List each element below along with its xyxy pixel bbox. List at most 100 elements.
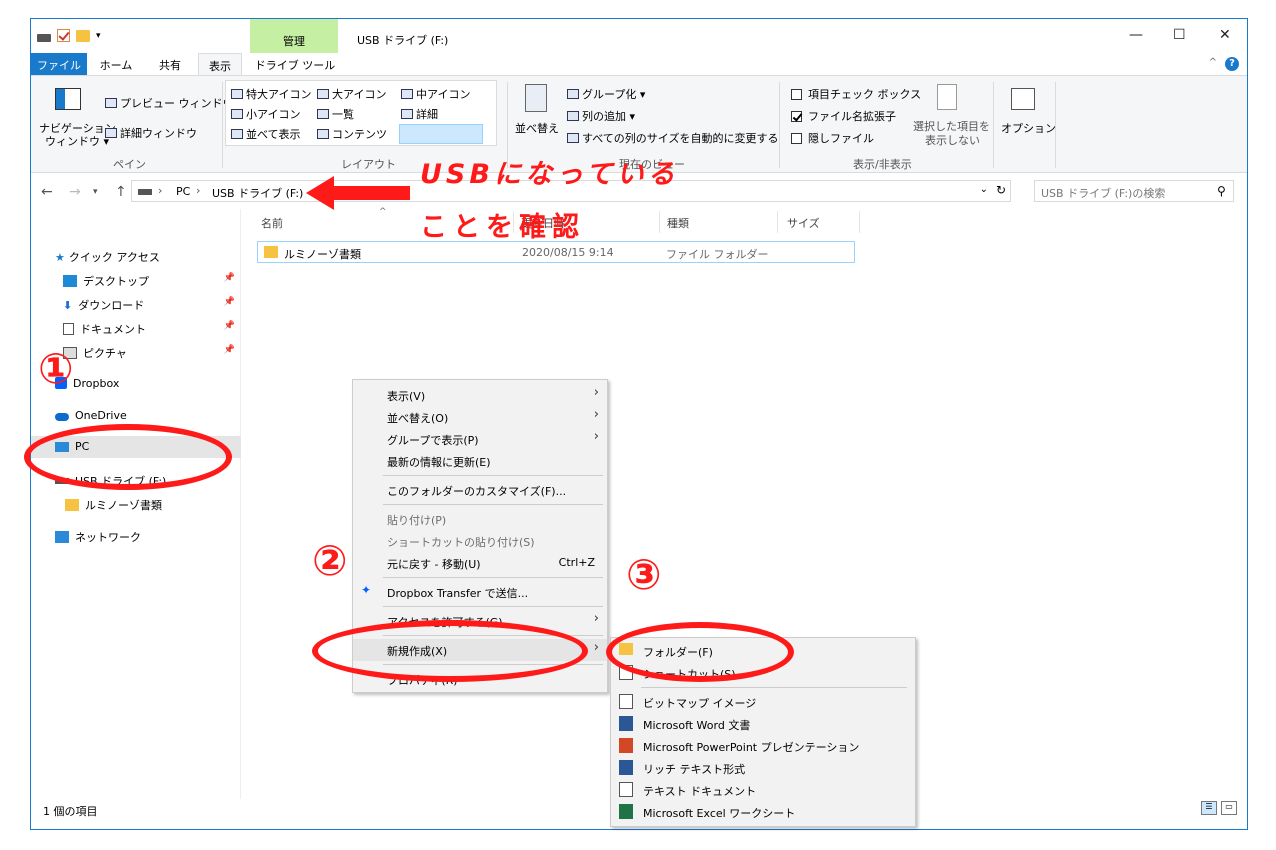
nav-label: ネットワーク bbox=[75, 531, 141, 544]
layout-detail[interactable]: 詳細 bbox=[401, 106, 438, 122]
extension-toggle[interactable]: ファイル名拡張子 bbox=[791, 108, 896, 124]
pin-icon[interactable]: 📌 bbox=[224, 297, 235, 307]
maximize-button[interactable]: ☐ bbox=[1173, 27, 1186, 43]
breadcrumb-pc[interactable]: PC bbox=[176, 185, 190, 198]
table-row[interactable]: ルミノーゾ書類 2020/08/15 9:14 ファイル フォルダー bbox=[257, 241, 855, 263]
nav-downloads[interactable]: ⬇ ダウンロード 📌 bbox=[31, 293, 241, 315]
options-icon[interactable] bbox=[1011, 88, 1035, 110]
column-separator[interactable] bbox=[859, 211, 860, 233]
menu-item-refresh[interactable]: 最新の情報に更新(E) bbox=[353, 450, 607, 472]
tab-home[interactable]: ホーム bbox=[91, 53, 141, 75]
star-icon: ★ bbox=[55, 251, 65, 264]
minimize-button[interactable]: — bbox=[1129, 27, 1143, 43]
submenu-item-bitmap[interactable]: ビットマップ イメージ bbox=[611, 691, 915, 713]
layout-m-icon[interactable]: 中アイコン bbox=[401, 86, 470, 102]
nav-folder[interactable]: ルミノーゾ書類 bbox=[31, 493, 241, 515]
column-header-name[interactable]: 名前 bbox=[261, 215, 283, 231]
sort-button[interactable]: 並べ替え bbox=[515, 120, 559, 136]
menu-item-view[interactable]: 表示(V) › bbox=[353, 384, 607, 406]
details-view-icon[interactable]: ☰ bbox=[1201, 801, 1217, 815]
nav-documents[interactable]: ドキュメント 📌 bbox=[31, 317, 241, 339]
sort-icon[interactable] bbox=[525, 84, 547, 112]
new-folder-icon[interactable] bbox=[76, 29, 90, 42]
fit-columns-button[interactable]: すべての列のサイズを自動的に変更する bbox=[567, 130, 778, 146]
menu-item-undo[interactable]: 元に戻す - 移動(U) Ctrl+Z bbox=[353, 552, 607, 574]
recent-chevron-down-icon[interactable]: ▾ bbox=[93, 187, 98, 197]
breadcrumb-chevron-icon: › bbox=[158, 184, 163, 197]
address-dropdown-icon[interactable]: ⌄ bbox=[980, 184, 988, 195]
pin-icon[interactable]: 📌 bbox=[224, 345, 235, 355]
layout-l-icon[interactable]: 大アイコン bbox=[317, 86, 386, 102]
quick-access-toolbar: ▾ bbox=[37, 29, 101, 42]
menu-label: テキスト ドキュメント bbox=[643, 785, 757, 798]
column-separator[interactable] bbox=[777, 211, 778, 233]
layout-s-icon[interactable]: 小アイコン bbox=[231, 106, 300, 122]
nav-desktop[interactable]: デスクトップ 📌 bbox=[31, 269, 241, 291]
excel-icon bbox=[619, 804, 633, 819]
column-header-size[interactable]: サイズ bbox=[787, 215, 820, 231]
nav-pane-label2[interactable]: ウィンドウ ▾ bbox=[45, 133, 109, 149]
refresh-icon[interactable]: ↻ bbox=[996, 183, 1006, 197]
breadcrumb-usb[interactable]: USB ドライブ (F:) bbox=[212, 185, 303, 201]
nav-quick-access[interactable]: ★ クイック アクセス bbox=[31, 245, 241, 267]
column-separator[interactable] bbox=[659, 211, 660, 233]
navigation-pane: ★ クイック アクセス デスクトップ 📌 ⬇ ダウンロード 📌 ドキュメント 📌 ピクチャ… bbox=[31, 209, 241, 799]
menu-item-paste-shortcut[interactable]: ショートカットの貼り付け(S) bbox=[353, 530, 607, 552]
submenu-item-word[interactable]: Microsoft Word 文書 bbox=[611, 713, 915, 735]
group-label-pane: ペイン bbox=[113, 158, 146, 171]
menu-label: 表示(V) bbox=[387, 390, 426, 403]
menu-separator bbox=[641, 687, 907, 688]
pin-icon[interactable]: 📌 bbox=[224, 321, 235, 331]
chevron-right-icon: › bbox=[593, 640, 599, 655]
close-button[interactable]: ✕ bbox=[1219, 27, 1231, 43]
qat-dropdown-icon[interactable]: ▾ bbox=[96, 31, 101, 41]
group-by-button[interactable]: グループ化 ▾ bbox=[567, 86, 645, 102]
menu-label: Microsoft Word 文書 bbox=[643, 719, 751, 732]
details-pane-button[interactable]: 詳細ウィンドウ bbox=[105, 125, 197, 141]
pin-icon[interactable]: 📌 bbox=[224, 273, 235, 283]
submenu-item-excel[interactable]: Microsoft Excel ワークシート bbox=[611, 801, 915, 823]
up-arrow-icon[interactable]: ↑ bbox=[115, 184, 127, 200]
menu-label: ビットマップ イメージ bbox=[643, 697, 757, 710]
large-icon-view-icon[interactable]: ▭ bbox=[1221, 801, 1237, 815]
hidden-files-toggle[interactable]: 隠しファイル bbox=[791, 130, 874, 146]
submenu-item-rtf[interactable]: リッチ テキスト形式 bbox=[611, 757, 915, 779]
menu-item-dropbox-transfer[interactable]: ✦ Dropbox Transfer で送信... bbox=[353, 581, 607, 603]
tab-drive-tools[interactable]: ドライブ ツール bbox=[251, 53, 339, 75]
collapse-ribbon-icon[interactable]: ^ bbox=[1209, 57, 1217, 68]
add-column-button[interactable]: 列の追加 ▾ bbox=[567, 108, 635, 124]
tab-file[interactable]: ファイル bbox=[31, 53, 87, 75]
tab-view[interactable]: 表示 bbox=[198, 53, 242, 75]
nav-network[interactable]: ネットワーク bbox=[31, 525, 241, 547]
submenu-item-text[interactable]: テキスト ドキュメント bbox=[611, 779, 915, 801]
menu-label: ショートカットの貼り付け(S) bbox=[387, 536, 535, 549]
layout-list[interactable]: 一覧 bbox=[317, 106, 354, 122]
menu-item-paste[interactable]: 貼り付け(P) bbox=[353, 508, 607, 530]
submenu-item-powerpoint[interactable]: Microsoft PowerPoint プレゼンテーション bbox=[611, 735, 915, 757]
ribbon-separator bbox=[1055, 82, 1056, 168]
navigation-pane-icon[interactable] bbox=[55, 88, 81, 110]
column-header-type[interactable]: 種類 bbox=[667, 215, 689, 231]
menu-item-customize[interactable]: このフォルダーのカスタマイズ(F)... bbox=[353, 479, 607, 501]
nav-label: ルミノーゾ書類 bbox=[85, 499, 162, 512]
word-icon bbox=[619, 716, 633, 731]
tab-manage[interactable]: 管理 bbox=[250, 19, 338, 53]
layout-tiles[interactable]: 並べて表示 bbox=[231, 126, 301, 142]
preview-pane-button[interactable]: プレビュー ウィンドウ bbox=[105, 95, 234, 111]
menu-item-sort[interactable]: 並べ替え(O) › bbox=[353, 406, 607, 428]
drive-icon bbox=[37, 33, 51, 42]
options-button[interactable]: オプション bbox=[1001, 120, 1056, 136]
tab-share[interactable]: 共有 bbox=[147, 53, 193, 75]
forward-arrow-icon[interactable]: → bbox=[69, 184, 81, 200]
hide-selected-icon[interactable] bbox=[937, 84, 957, 110]
back-arrow-icon[interactable]: ← bbox=[41, 184, 53, 200]
help-icon[interactable]: ? bbox=[1225, 57, 1239, 71]
menu-item-group[interactable]: グループで表示(P) › bbox=[353, 428, 607, 450]
hide-selected-label2[interactable]: 表示しない bbox=[925, 132, 980, 148]
download-arrow-icon: ⬇ bbox=[63, 299, 73, 312]
properties-check-icon[interactable] bbox=[57, 29, 70, 42]
item-checkbox-toggle[interactable]: 項目チェック ボックス bbox=[791, 86, 921, 102]
search-input[interactable]: USB ドライブ (F:)の検索 bbox=[1034, 180, 1234, 202]
layout-xl-icon[interactable]: 特大アイコン bbox=[231, 86, 311, 102]
layout-content[interactable]: コンテンツ bbox=[317, 126, 387, 142]
